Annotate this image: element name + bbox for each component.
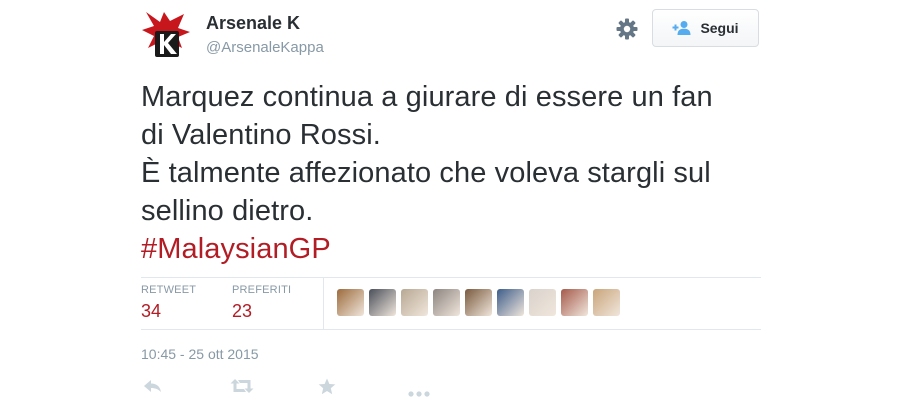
favorites-stat[interactable]: PREFERITI 23 <box>232 284 291 322</box>
add-user-icon <box>672 21 691 35</box>
favoriter-avatar-icon[interactable] <box>369 289 396 316</box>
favoriter-avatar-icon[interactable] <box>529 289 556 316</box>
red-bird-k-logo-icon <box>142 12 190 57</box>
more-icon[interactable] <box>408 384 430 402</box>
tweet-line: Marquez continua a giurare di essere un … <box>141 81 713 113</box>
divider <box>323 278 324 329</box>
tweet-line: sellino dietro. <box>141 195 314 227</box>
favoriter-avatar-icon[interactable] <box>561 289 588 316</box>
favoriters-list <box>337 289 620 316</box>
favorites-label: PREFERITI <box>232 284 292 296</box>
follow-label: Segui <box>700 20 739 36</box>
favoriter-avatar-icon[interactable] <box>497 289 524 316</box>
favorite-icon[interactable] <box>318 378 336 400</box>
author-name[interactable]: Arsenale K <box>206 13 300 34</box>
follow-button[interactable]: Segui <box>652 9 759 47</box>
divider <box>141 277 761 278</box>
tweet-line: È talmente affezionato che voleva stargl… <box>141 157 711 189</box>
favoriter-avatar-icon[interactable] <box>433 289 460 316</box>
favoriter-avatar-icon[interactable] <box>401 289 428 316</box>
retweet-icon[interactable] <box>230 378 254 399</box>
reply-icon[interactable] <box>143 378 163 399</box>
author-handle[interactable]: @ArsenaleKappa <box>206 39 324 56</box>
tweet-text: Marquez continua a giurare di essere un … <box>141 78 781 268</box>
divider <box>141 329 761 330</box>
favoriter-avatar-icon[interactable] <box>593 289 620 316</box>
retweet-label: RETWEET <box>141 284 197 296</box>
favoriter-avatar-icon[interactable] <box>465 289 492 316</box>
avatar[interactable] <box>140 8 192 60</box>
favoriter-avatar-icon[interactable] <box>337 289 364 316</box>
tweet-line: di Valentino Rossi. <box>141 119 381 151</box>
retweet-count: 34 <box>141 301 162 321</box>
gear-icon[interactable] <box>615 17 639 41</box>
hashtag-link[interactable]: #MalaysianGP <box>141 230 781 268</box>
tweet-timestamp[interactable]: 10:45 - 25 ott 2015 <box>141 346 259 362</box>
retweet-stat[interactable]: RETWEET 34 <box>141 284 196 322</box>
favorites-count: 23 <box>232 301 253 321</box>
